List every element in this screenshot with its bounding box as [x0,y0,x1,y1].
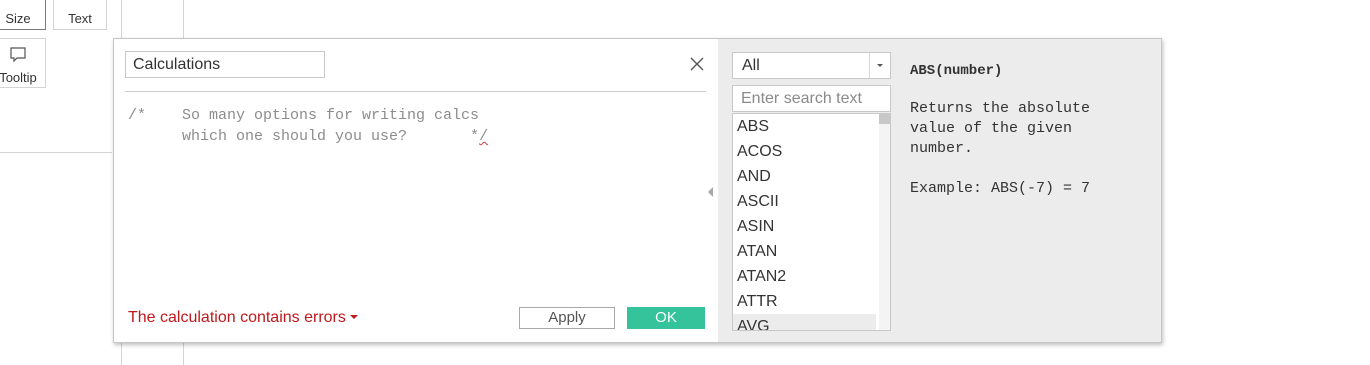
error-status-dropdown[interactable]: The calculation contains errors [128,309,358,327]
function-list[interactable]: ABS ACOS AND ASCII ASIN ATAN ATAN2 ATTR … [732,113,891,331]
text-mark-button[interactable]: Text [53,0,107,30]
tooltip-mark-label: Tooltip [0,70,37,85]
function-list-item[interactable]: ATTR [733,289,876,314]
formula-line: which one should you use? */ [128,126,706,147]
scrollbar-thumb[interactable] [879,114,890,124]
function-list-item[interactable]: ABS [733,114,876,139]
caret-down-icon [349,314,358,319]
function-list-scrollbar[interactable] [879,114,890,330]
apply-button[interactable]: Apply [519,307,615,329]
syntax-error-mark: / [479,128,489,145]
header-divider [125,91,706,92]
calculation-dialog: /* So many options for writing calcs whi… [113,38,1162,343]
formula-line-text: which one should you use? * [128,128,480,145]
formula-editor[interactable]: /* So many options for writing calcs whi… [128,105,706,295]
formula-line: /* So many options for writing calcs [128,107,480,124]
function-description: Returns the absolute value of the given … [910,100,1091,157]
function-list-item[interactable]: ACOS [733,139,876,164]
dropdown-separator [869,53,870,78]
function-signature: ABS(number) [910,63,1003,79]
function-list-item[interactable]: ASIN [733,214,876,239]
collapse-panel-icon[interactable] [708,187,713,197]
function-example: Example: ABS(-7) = 7 [910,180,1091,197]
category-selected-value: All [742,57,760,74]
chevron-down-icon [877,64,883,67]
tooltip-mark-button[interactable]: Tooltip [0,38,46,88]
calculation-name-field[interactable] [125,51,325,78]
function-search-input[interactable] [732,85,891,112]
size-mark-label: Size [5,11,31,26]
size-mark-button[interactable]: Size [0,0,46,30]
function-reference-panel: All ABS ACOS AND ASCII ASIN ATAN ATAN2 A… [708,39,1161,342]
function-list-item[interactable]: ASCII [733,189,876,214]
text-mark-label: Text [68,11,92,26]
ok-button[interactable]: OK [627,307,705,329]
function-list-item[interactable]: AND [733,164,876,189]
function-list-item[interactable]: AVG [733,314,876,330]
function-list-item[interactable]: ATAN2 [733,264,876,289]
function-list-item[interactable]: ATAN [733,239,876,264]
close-icon[interactable] [688,55,706,73]
function-category-select[interactable]: All [732,52,891,79]
calculation-editor-pane: /* So many options for writing calcs whi… [114,39,718,342]
error-status-label: The calculation contains errors [128,309,346,326]
tooltip-icon [10,47,26,63]
